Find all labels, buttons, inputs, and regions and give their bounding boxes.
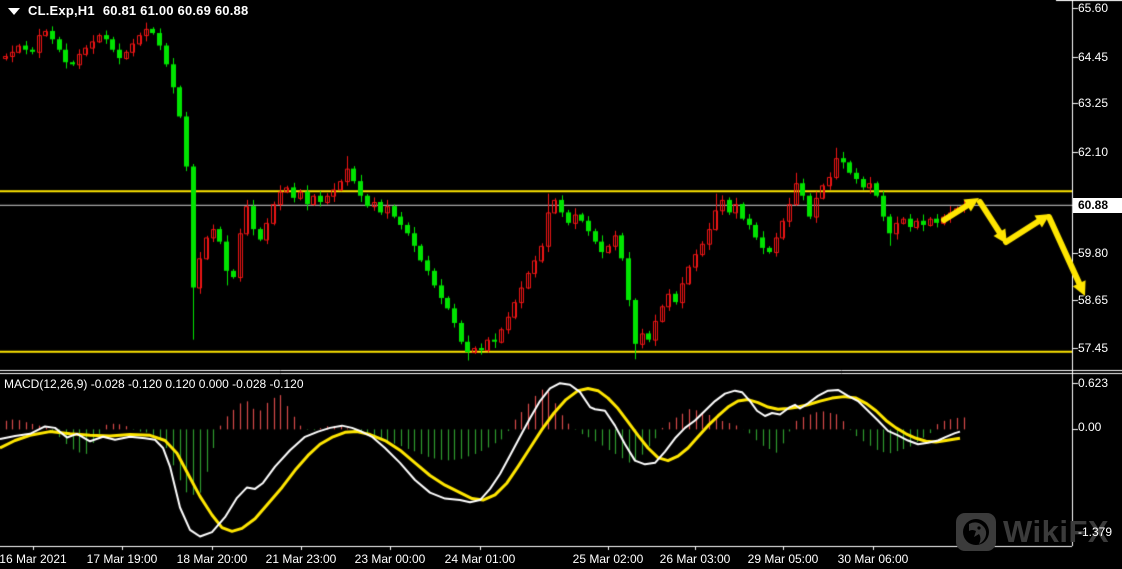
symbol-header: CL.Exp,H1 60.81 61.00 60.69 60.88 xyxy=(8,3,248,18)
symbol-ohlc-quotes: 60.81 61.00 60.69 60.88 xyxy=(103,3,249,18)
time-axis-label: 26 Mar 03:00 xyxy=(660,552,731,566)
current-price-badge: 60.88 xyxy=(1073,198,1122,213)
price-axis-label: 57.45 xyxy=(1078,341,1108,355)
time-axis-label: 24 Mar 01:00 xyxy=(445,552,516,566)
time-axis-label: 21 Mar 23:00 xyxy=(266,552,337,566)
price-axis-label: 63.25 xyxy=(1078,96,1108,110)
time-axis-label: 16 Mar 2021 xyxy=(0,552,67,566)
time-axis-label: 23 Mar 00:00 xyxy=(355,552,426,566)
macd-axis-label: 0.00 xyxy=(1078,420,1101,434)
chart-window: CL.Exp,H1 60.81 61.00 60.69 60.88 MACD(1… xyxy=(0,0,1122,569)
price-axis-label: 58.65 xyxy=(1078,293,1108,307)
price-axis-label: 59.80 xyxy=(1078,246,1108,260)
price-axis-label: 64.45 xyxy=(1078,50,1108,64)
time-axis-label: 30 Mar 06:00 xyxy=(838,552,909,566)
price-axis-label: 62.10 xyxy=(1078,145,1108,159)
price-chart-canvas[interactable] xyxy=(0,0,1122,569)
time-axis-label: 18 Mar 20:00 xyxy=(177,552,248,566)
price-axis-label: 65.60 xyxy=(1078,1,1108,15)
symbol-name: CL.Exp,H1 xyxy=(28,3,95,18)
chevron-down-icon[interactable] xyxy=(8,8,20,15)
wikifx-logo-icon xyxy=(956,513,996,551)
macd-axis-label: 0.623 xyxy=(1078,376,1108,390)
time-axis-label: 17 Mar 19:00 xyxy=(87,552,158,566)
time-axis-label: 29 Mar 05:00 xyxy=(748,552,819,566)
macd-indicator-label: MACD(12,26,9) -0.028 -0.120 0.120 0.000 … xyxy=(4,377,304,391)
macd-axis-label: -1.379 xyxy=(1078,525,1112,539)
time-axis-label: 25 Mar 02:00 xyxy=(573,552,644,566)
